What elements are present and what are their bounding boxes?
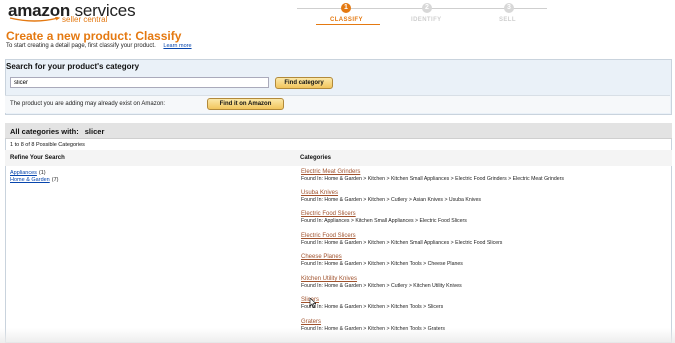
results-heading: All categories with: slicer (10, 127, 104, 136)
results-heading-label: All categories with: (10, 127, 79, 136)
category-path: Found In: Home & Garden > Kitchen > Cutl… (301, 283, 462, 289)
active-step-underline (316, 24, 380, 25)
refine-link-home-garden[interactable]: Home & Garden (10, 177, 50, 183)
category-link[interactable]: Slicers (301, 297, 443, 303)
step-identify-label: IDENTIFY (411, 17, 442, 23)
category-link[interactable]: Electric Food Slicers (301, 233, 502, 239)
find-category-button[interactable]: Find category (275, 77, 333, 89)
category-list-item: Usuba Knives Found In: Home & Garden > K… (301, 190, 481, 203)
category-path: Found In: Home & Garden > Kitchen > Kitc… (301, 304, 444, 310)
category-link[interactable]: Graters (301, 319, 445, 325)
step-sell-label: SELL (499, 17, 516, 23)
category-path: Found In: Appliances > Kitchen Small App… (301, 218, 467, 224)
refine-item-home-garden: Home & Garden (7) (10, 177, 58, 183)
product-exists-text: The product you are adding may already e… (10, 101, 166, 107)
results-heading-bar (5, 123, 672, 139)
learn-more-link[interactable]: Learn more (163, 43, 191, 49)
step-2-indicator: 2 (422, 3, 432, 13)
step-classify-label: CLASSIFY (330, 17, 363, 23)
category-search-input[interactable] (10, 77, 269, 88)
seller-central-text: seller central (62, 15, 108, 24)
category-link[interactable]: Electric Food Slicers (301, 211, 467, 217)
category-path: Found In: Home & Garden > Kitchen > Kitc… (301, 240, 503, 246)
category-link[interactable]: Electric Meat Grinders (301, 169, 564, 175)
category-list-item: Cheese Planes Found In: Home & Garden > … (301, 254, 463, 267)
step-1-indicator: 1 (341, 3, 351, 13)
step-3-indicator: 3 (504, 3, 514, 13)
categories-heading: Categories (300, 155, 332, 161)
category-link[interactable]: Kitchen Utility Knives (301, 276, 462, 282)
find-it-on-amazon-button[interactable]: Find it on Amazon (207, 98, 284, 110)
refine-count: (7) (51, 177, 59, 183)
category-list-item: Electric Food Slicers Found In: Applianc… (301, 211, 467, 224)
category-path: Found In: Home & Garden > Kitchen > Kitc… (301, 176, 564, 182)
category-link[interactable]: Usuba Knives (301, 190, 481, 196)
mouse-pointer-icon (309, 298, 316, 308)
results-count: 1 to 8 of 8 Possible Categories (10, 142, 85, 148)
refine-item-appliances: Appliances (1) (10, 170, 46, 176)
refine-search-heading: Refine Your Search (10, 155, 65, 161)
amazon-smile-icon (9, 17, 61, 22)
category-list-item: Slicers Found In: Home & Garden > Kitche… (301, 297, 443, 310)
bottom-fade (0, 328, 675, 343)
subtitle-text: To start creating a detail page, first c… (6, 43, 156, 49)
category-path: Found In: Home & Garden > Kitchen > Kitc… (301, 261, 463, 267)
refine-count: (1) (38, 170, 46, 176)
category-link[interactable]: Cheese Planes (301, 254, 463, 260)
results-keyword: slicer (84, 127, 105, 136)
search-panel-heading: Search for your product's category (6, 62, 140, 71)
category-path: Found In: Home & Garden > Kitchen > Cutl… (301, 197, 481, 203)
page-subtitle: To start creating a detail page, first c… (6, 43, 192, 49)
category-list-item: Electric Meat Grinders Found In: Home & … (301, 169, 564, 182)
category-list-item: Kitchen Utility Knives Found In: Home & … (301, 276, 462, 289)
refine-link-appliances[interactable]: Appliances (10, 170, 37, 176)
category-list-item: Electric Food Slicers Found In: Home & G… (301, 233, 502, 246)
page-title: Create a new product: Classify (6, 29, 182, 43)
results-column-header-band (5, 150, 672, 166)
